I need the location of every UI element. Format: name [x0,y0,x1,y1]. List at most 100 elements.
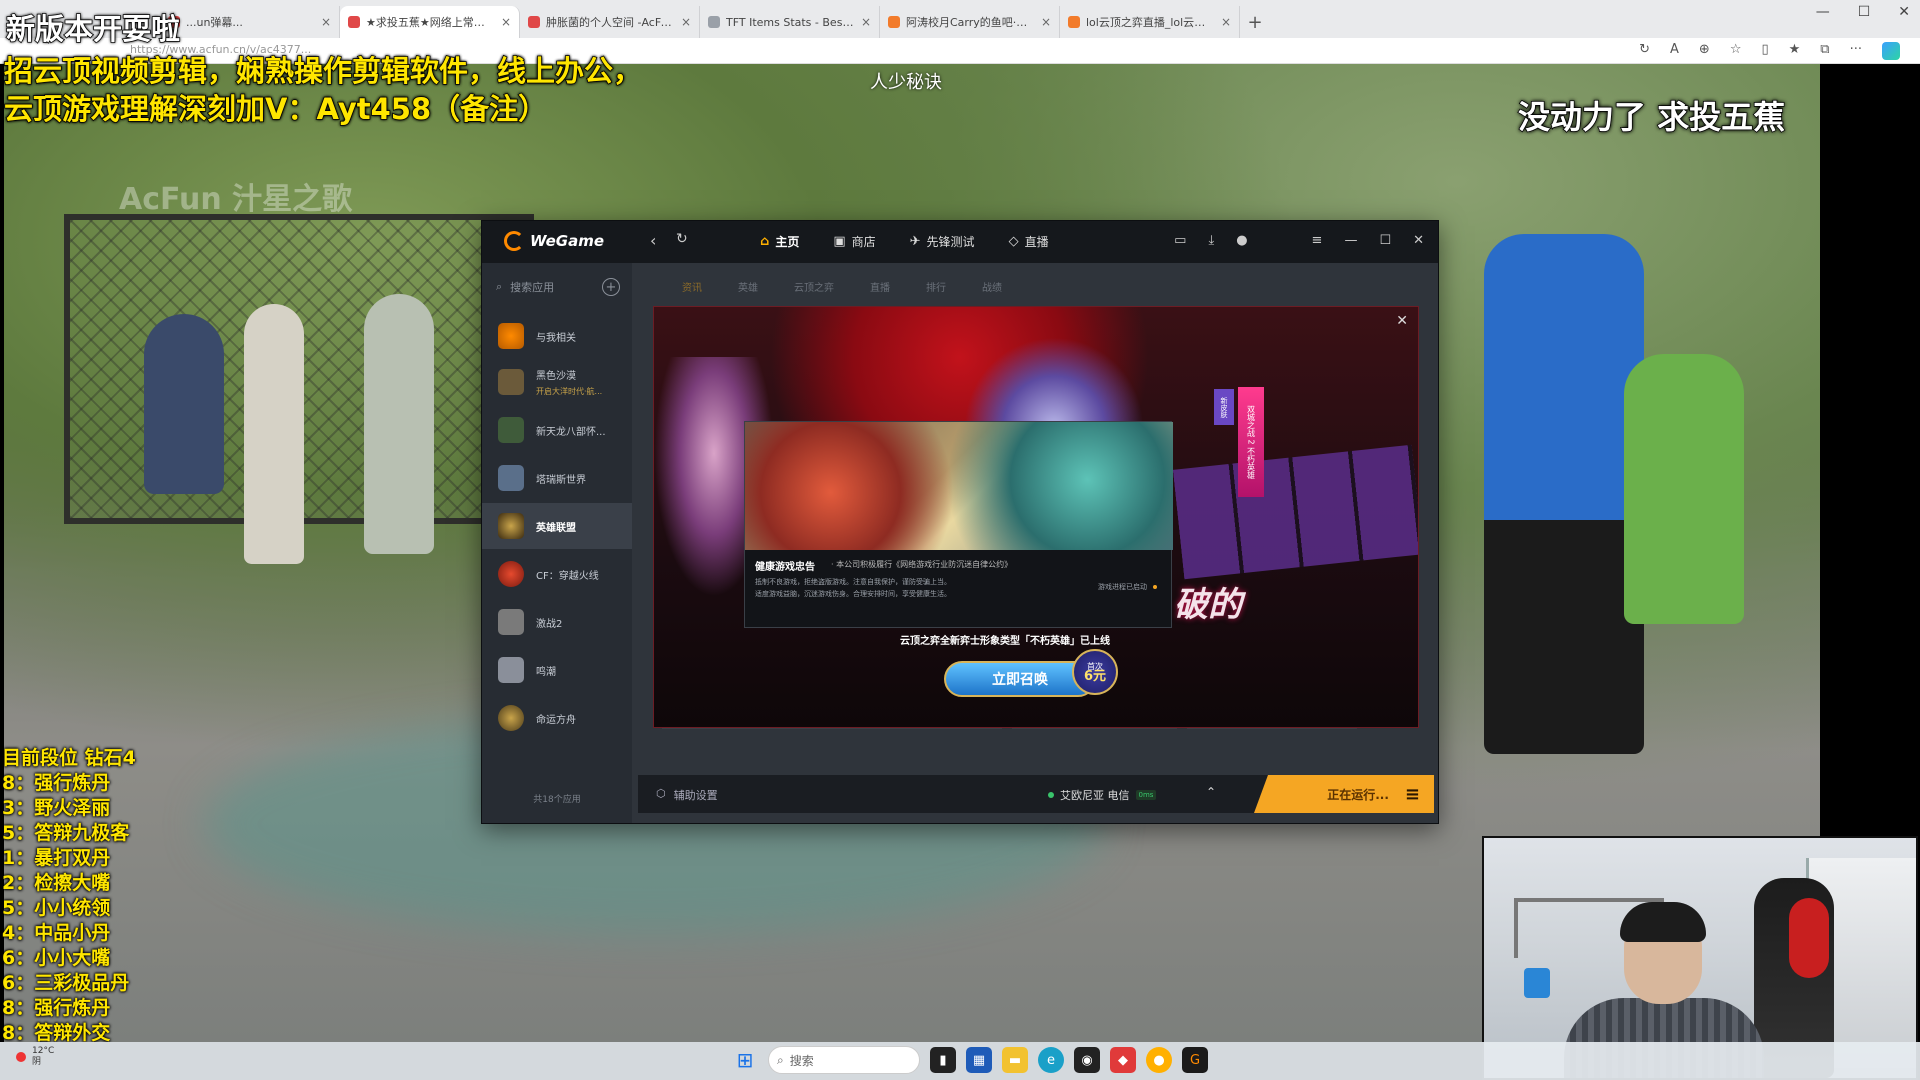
tab-shop[interactable]: ▣ 商店 [833,233,875,250]
tab-favicon-icon [528,16,540,28]
sidebar-item-lostark[interactable]: 命运方舟 [482,695,632,741]
spectator [144,314,224,494]
refresh-icon[interactable]: ↻ [1639,42,1650,60]
maximize-icon[interactable]: ☐ [1379,233,1391,248]
weather-widget[interactable]: 12°C 阴 [16,1046,54,1068]
add-app-icon[interactable]: + [602,278,620,296]
lol-icon [498,513,524,539]
blue-stool [1524,968,1550,998]
subtab[interactable]: 战绩 [982,279,1002,294]
close-icon[interactable]: × [1221,15,1231,29]
maximize-button[interactable]: ☐ [1858,4,1871,20]
browser-tab[interactable]: 肿胀菌的个人空间 -AcFun弹幕... × [520,6,700,38]
close-icon[interactable]: × [1041,15,1051,29]
read-aloud-icon[interactable]: A [1670,42,1679,60]
minimize-button[interactable]: — [1816,4,1830,20]
subtab[interactable]: 英雄 [738,279,758,294]
sidebar-item-lol[interactable]: 英雄联盟 [482,503,632,549]
tab-home[interactable]: ⌂ 主页 [760,233,799,250]
close-icon[interactable]: × [681,15,691,29]
center-caption: 人少秘诀 [870,72,942,93]
first-purchase-badge: 首次 6元 [1072,649,1118,695]
tab-label: 先锋测试 [926,235,975,249]
tab-label: 阿涛校月Carry的鱼吧·斗鱼社区... [906,16,1035,29]
sidebar-item-related[interactable]: 与我相关 [482,313,632,359]
promo-popup[interactable]: ✕ 新皮肤 双城之战 2 不朽英雄 破的 健康游戏忠告 · 本公司积极履行《网络… [653,306,1419,728]
subtab[interactable]: 云顶之弈 [794,279,834,294]
sidebar-item-black-desert[interactable]: 黑色沙漠 开启大洋时代·航... [482,359,632,405]
favorites-icon[interactable]: ★ [1789,42,1801,60]
menu-icon[interactable]: ≡ [1312,233,1323,248]
menu-icon[interactable]: ≡ [1405,784,1420,805]
edge-icon[interactable]: e [1038,1047,1064,1073]
close-icon[interactable]: ✕ [1413,233,1424,248]
collections-icon[interactable]: ⧉ [1820,42,1829,60]
new-tab-button[interactable]: + [1240,6,1270,38]
tab-favicon-icon [708,16,720,28]
folder-icon[interactable]: ▭ [1174,233,1186,248]
assist-settings[interactable]: ⬡ 辅助设置 [656,787,718,803]
close-icon[interactable]: × [861,15,871,29]
extension-icon[interactable]: ⊕ [1699,42,1710,60]
chevron-up-icon[interactable]: ⌃ [1206,785,1216,799]
copilot-icon[interactable] [1882,42,1900,60]
subtab[interactable]: 排行 [926,279,946,294]
player-blue-shirt [1484,234,1644,754]
rank-entry: 5：答辩九极客 [2,822,130,844]
download-icon[interactable]: ⤓ [1208,233,1214,248]
rank-list: 目前段位 钻石4 8：强行炼丹 3：野火泽丽 5：答辩九极客 1：暴打双丹 2：… [2,746,136,1046]
app-icon[interactable]: ● [1146,1047,1172,1073]
browser-tab[interactable]: TFT Items Stats - Best Items for S... × [700,6,880,38]
subtab[interactable]: 直播 [870,279,890,294]
avatar-icon[interactable]: ● [1236,233,1247,248]
app-icon[interactable]: ◆ [1110,1047,1136,1073]
promo-line-1: 招云顶视频剪辑，娴熟操作剪辑软件，线上办公， [3,53,643,89]
server-label: 艾欧尼亚 电信 [1060,789,1130,802]
start-icon[interactable]: ⊞ [732,1047,758,1073]
split-screen-icon[interactable]: ▯ [1761,42,1768,60]
sidebar-item-tianlong[interactable]: 新天龙八部怀... [482,407,632,453]
more-icon[interactable]: ··· [1850,42,1862,60]
sidebar-item-label: 英雄联盟 [536,522,576,534]
browser-tab-active[interactable]: ★求投五蕉★网络上常见的热门... × [340,6,520,38]
sidebar-item-wuthering[interactable]: 鸣潮 [482,647,632,693]
tab-pioneer-test[interactable]: ✈ 先锋测试 [910,233,975,250]
task-view-icon[interactable]: ▮ [930,1047,956,1073]
tab-live[interactable]: ◇ 直播 [1009,233,1049,250]
popup-close-button[interactable]: ✕ [1396,313,1408,329]
browser-tab-bar: ...un弹幕... × ★求投五蕉★网络上常见的热门... × 肿胀菌的个人空间 … [0,0,1920,38]
app-search[interactable]: ⌕ 搜索应用 + [496,275,620,299]
search-input[interactable]: 搜索应用 [510,279,554,295]
subtab[interactable]: 资讯 [682,279,702,294]
wegame-taskbar-icon[interactable]: G [1182,1047,1208,1073]
tab-label: ...un弹幕... [186,16,243,29]
running-button[interactable]: 正在运行... ≡ [1254,775,1434,813]
rank-entry: 8：强行炼丹 [2,997,111,1019]
wegame-logo-text: WeGame [530,232,604,250]
browser-tab[interactable]: 阿涛校月Carry的鱼吧·斗鱼社区... × [880,6,1060,38]
refresh-button[interactable]: ↻ [676,231,688,247]
file-explorer-icon[interactable]: ▬ [1002,1047,1028,1073]
game-icon [498,657,524,683]
close-window-button[interactable]: ✕ [1898,4,1910,20]
taskbar-search[interactable]: ⌕ 搜索 [768,1046,920,1074]
right-caption: 没动力了 求投五蕉 [1517,97,1786,137]
obs-icon[interactable]: ◉ [1074,1047,1100,1073]
browser-tab[interactable]: ...un弹幕... × [160,6,340,38]
browser-tab[interactable]: lol云顶之弈直播_lol云顶之弈直... × [1060,6,1240,38]
back-button[interactable]: ‹ [650,231,656,250]
running-label: 正在运行... [1327,787,1389,802]
close-icon[interactable]: × [321,15,331,29]
sidebar-item-cf[interactable]: CF：穿越火线 [482,551,632,597]
rank-header: 目前段位 钻石4 [2,747,136,769]
lol-subtabs: 资讯 英雄 云顶之弈 直播 排行 战绩 [682,279,1002,294]
sidebar-item-gw2[interactable]: 激战2 [482,599,632,645]
close-icon[interactable]: × [501,15,511,29]
sidebar-item-tarisland[interactable]: 塔瑞斯世界 [482,455,632,501]
minimize-icon[interactable]: — [1344,233,1357,248]
tab-label: lol云顶之弈直播_lol云顶之弈直... [1086,16,1215,29]
favorite-star-icon[interactable]: ☆ [1730,42,1742,60]
store-icon[interactable]: ▦ [966,1047,992,1073]
test-icon: ✈ [909,234,921,249]
server-select[interactable]: 艾欧尼亚 电信 0ms [1048,787,1157,803]
